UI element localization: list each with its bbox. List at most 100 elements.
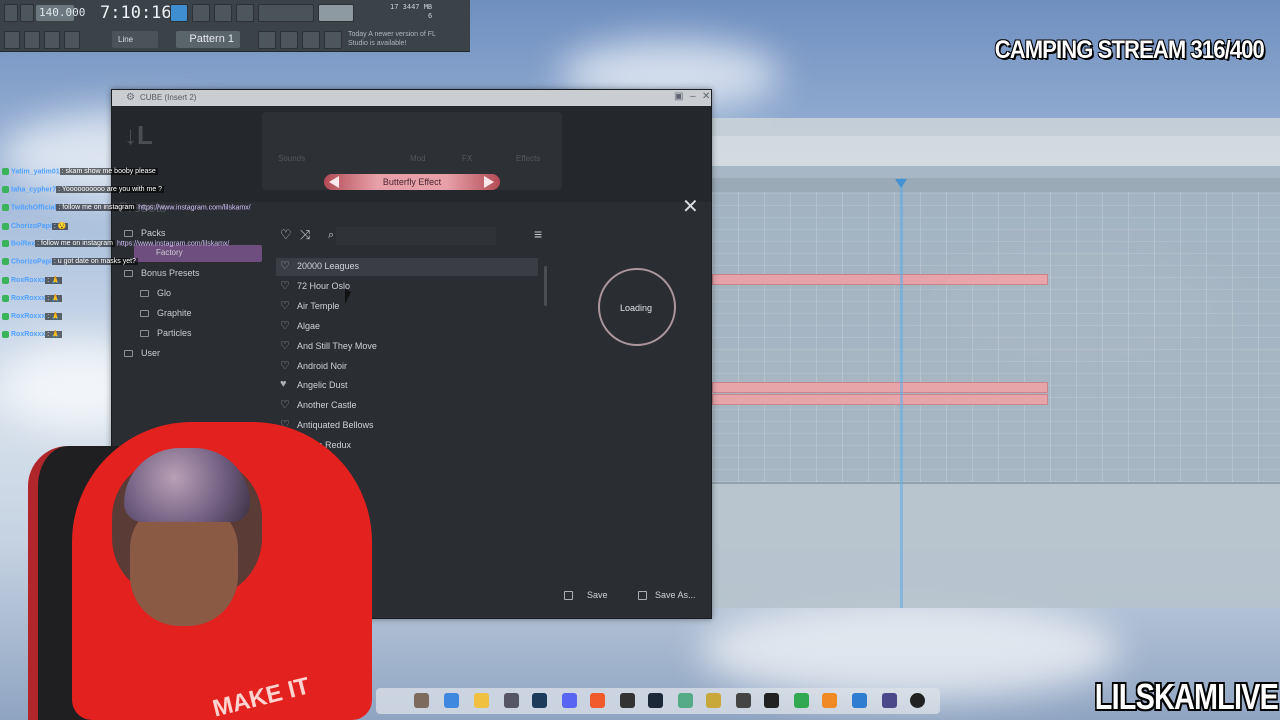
browser-button[interactable]	[324, 31, 342, 49]
discord-taskbar-icon[interactable]	[562, 693, 577, 708]
preset-row[interactable]: ♡ 72 Hour Oslo	[276, 278, 538, 296]
heart-icon[interactable]: ♡	[280, 259, 290, 272]
app-taskbar-icon[interactable]	[794, 693, 809, 708]
preset-row[interactable]: ♡ Algae	[276, 318, 538, 336]
mic-button[interactable]	[64, 31, 80, 49]
preset-row[interactable]: ♡ Android Noir	[276, 358, 538, 376]
app-taskbar-icon[interactable]	[678, 693, 693, 708]
metronome-button[interactable]	[214, 4, 232, 22]
event-editor[interactable]	[712, 482, 1280, 608]
folder-taskbar-icon[interactable]	[474, 693, 489, 708]
chat-link[interactable]: https://www.instagram.com/lilskamx/	[138, 204, 250, 211]
arrow-button[interactable]	[44, 31, 60, 49]
media-player-taskbar-icon[interactable]	[910, 693, 925, 708]
note[interactable]	[712, 394, 1048, 405]
heart-icon[interactable]: ♡	[280, 359, 290, 372]
calculator-taskbar-icon[interactable]	[504, 693, 519, 708]
tree-item-factory-highlight[interactable]: Factory	[134, 245, 262, 262]
fl-studio-toolbar: 140.000 7:10:16 17 3447 MB 6 Line Patter…	[0, 0, 470, 52]
tree-item-bonus-presets[interactable]: Bonus Presets	[124, 268, 200, 278]
preset-row[interactable]: ♡ Air Temple	[276, 298, 538, 316]
save-as-icon	[638, 591, 647, 601]
pattern-select[interactable]: Pattern 1	[176, 31, 240, 48]
play-button[interactable]	[4, 4, 18, 22]
snap-mode-select[interactable]: Line	[112, 31, 158, 48]
heart-icon[interactable]: ♡	[280, 299, 290, 312]
cube-logo: ↓L	[124, 120, 153, 150]
save-as-button[interactable]: Save As...	[638, 590, 700, 610]
note[interactable]	[712, 274, 1048, 285]
tree-item-label: Particles	[157, 328, 192, 338]
preset-name: Android Noir	[297, 360, 348, 371]
chat-message: BoiRex: follow me on instagram https://w…	[2, 240, 229, 248]
timeline-ruler[interactable]	[712, 178, 1280, 192]
module-tab[interactable]: Effects	[516, 154, 540, 163]
wait-button[interactable]	[236, 4, 254, 22]
tempo-display[interactable]: 140.000	[36, 5, 85, 21]
chat-link[interactable]: https://www.instagram.com/lilskamx/	[117, 240, 229, 247]
channel-rack-button[interactable]	[280, 31, 298, 49]
slice-button[interactable]	[24, 31, 40, 49]
plugin-titlebar[interactable]: ⚙ CUBE (Insert 2) ▣ – ✕	[112, 90, 711, 106]
photoshop-taskbar-icon[interactable]	[532, 693, 547, 708]
tree-item-glo[interactable]: Glo	[140, 288, 171, 298]
brave-taskbar-icon[interactable]	[590, 693, 605, 708]
preset-list-scrollbar[interactable]	[544, 266, 547, 306]
chat-text: : skam show me booby please	[59, 168, 158, 176]
heart-icon[interactable]: ♡	[280, 398, 290, 411]
settings-taskbar-icon[interactable]	[414, 693, 429, 708]
playlist-button[interactable]	[258, 31, 276, 49]
previous-preset-arrow-icon[interactable]	[329, 176, 339, 188]
close-presets-button[interactable]: ✕	[682, 197, 699, 217]
tree-item-packs[interactable]: Packs	[124, 228, 166, 238]
pattern-song-toggle[interactable]	[170, 4, 188, 22]
preset-row[interactable]: ♡ 20000 Leagues	[276, 258, 538, 276]
record-options-button[interactable]	[192, 4, 210, 22]
app-taskbar-icon[interactable]	[882, 693, 897, 708]
favorites-heart-icon[interactable]: ♡	[280, 227, 292, 243]
chat-username: RoxRoxxx	[11, 331, 46, 338]
tree-item-particles[interactable]: Particles	[140, 328, 192, 338]
search-input[interactable]	[336, 227, 496, 245]
minimize-icon[interactable]: –	[690, 91, 696, 102]
close-icon[interactable]: ✕	[702, 91, 710, 102]
snap-button[interactable]	[4, 31, 20, 49]
shuffle-icon[interactable]: ⤨	[300, 227, 310, 243]
steam-taskbar-icon[interactable]	[648, 693, 663, 708]
update-notification[interactable]: Today A newer version of FL Studio is av…	[348, 30, 440, 48]
note-grid[interactable]	[712, 192, 1280, 482]
next-preset-arrow-icon[interactable]	[484, 176, 494, 188]
app-taskbar-icon[interactable]	[706, 693, 721, 708]
preset-row[interactable]: ♡ Another Castle	[276, 397, 538, 415]
tree-item-label: Factory	[156, 248, 183, 257]
save-button[interactable]: Save	[564, 590, 624, 610]
module-tab[interactable]: Sounds	[278, 154, 305, 163]
piano-roll-window	[712, 118, 1280, 608]
mixer-button[interactable]	[302, 31, 320, 49]
module-tab[interactable]: Mod	[410, 154, 426, 163]
tree-item-graphite[interactable]: Graphite	[140, 308, 192, 318]
chat-text: : 😯	[51, 223, 69, 230]
filter-icon[interactable]: ≡	[534, 226, 542, 242]
heart-icon[interactable]: ♡	[280, 339, 290, 352]
chat-message: taha_cypher7: Yoooooooooo are you with m…	[2, 186, 165, 194]
obs-taskbar-icon[interactable]	[620, 693, 635, 708]
stop-button[interactable]	[20, 4, 34, 22]
tree-item-user[interactable]: User	[124, 348, 160, 358]
app-taskbar-icon[interactable]	[736, 693, 751, 708]
preset-row[interactable]: ♡ And Still They Move	[276, 338, 538, 356]
preset-row[interactable]: ♥ Angelic Dust	[276, 377, 538, 395]
gear-icon[interactable]: ⚙	[126, 92, 135, 103]
current-preset-display[interactable]: Butterfly Effect	[324, 174, 500, 190]
heart-icon[interactable]: ♡	[280, 279, 290, 292]
note[interactable]	[712, 382, 1048, 393]
window-options-icon[interactable]: ▣	[674, 91, 683, 102]
app-taskbar-icon[interactable]	[764, 693, 779, 708]
app-taskbar-icon[interactable]	[852, 693, 867, 708]
heart-icon[interactable]: ♡	[280, 319, 290, 332]
heart-icon[interactable]: ♥	[280, 378, 287, 390]
module-tab[interactable]: FX	[462, 154, 472, 163]
playhead-marker[interactable]	[895, 179, 907, 188]
chrome-taskbar-icon[interactable]	[444, 693, 459, 708]
fl-studio-taskbar-icon[interactable]	[822, 693, 837, 708]
